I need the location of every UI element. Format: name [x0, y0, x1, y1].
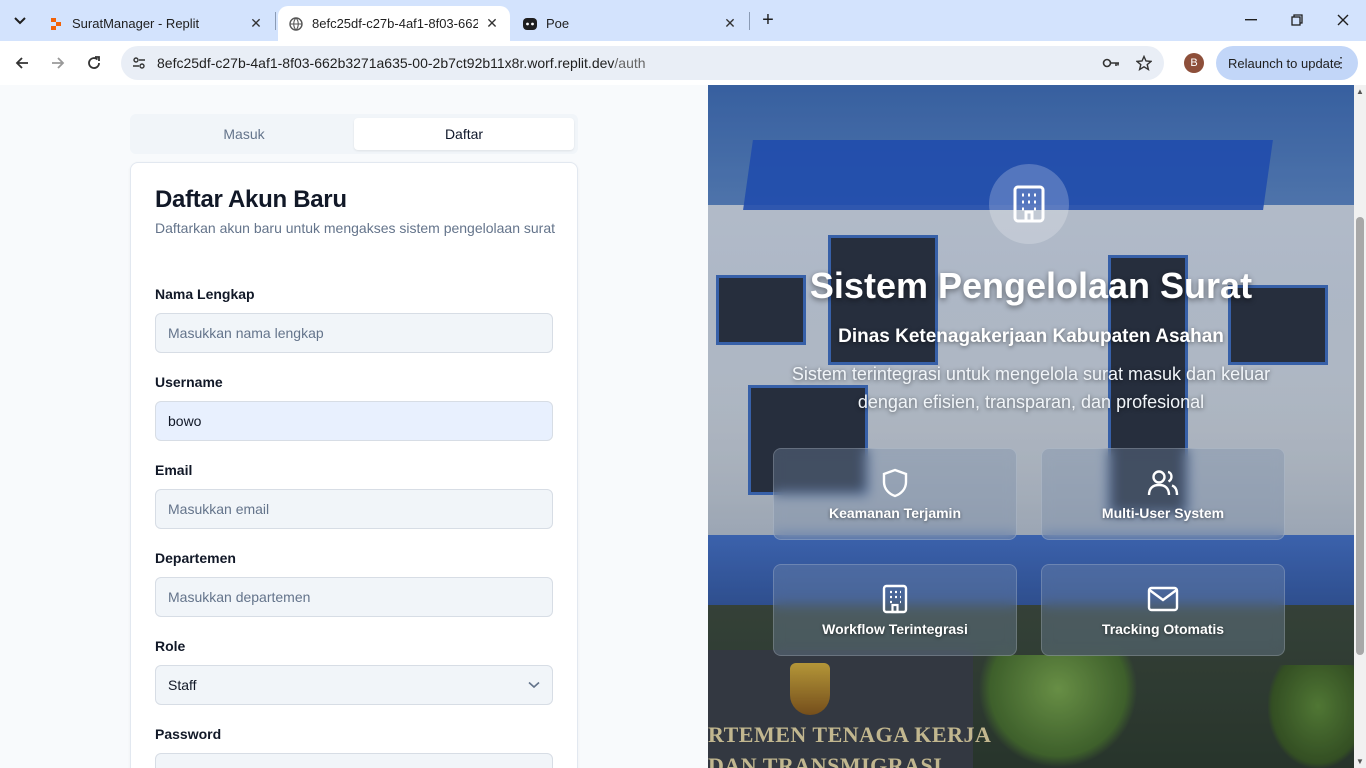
arrow-right-icon — [52, 57, 65, 69]
fullname-label: Nama Lengkap — [155, 286, 255, 302]
relaunch-label: Relaunch to update — [1228, 55, 1341, 71]
chevron-down-icon — [14, 17, 26, 25]
browser-tab-strip: SuratManager - Replit ✕ 8efc25df-c27b-4a… — [0, 0, 1366, 41]
role-label: Role — [155, 638, 186, 654]
restore-icon — [1291, 14, 1303, 26]
feature-card-workflow: Workflow Terintegrasi — [773, 564, 1017, 656]
tab-title: SuratManager - Replit — [72, 16, 200, 31]
bookmark-star-icon[interactable] — [1135, 54, 1153, 72]
role-select[interactable]: Staff — [155, 665, 553, 705]
email-input[interactable]: Masukkan email — [155, 489, 553, 529]
url-host: 8efc25df-c27b-4af1-8f03-662b3271a635-00-… — [157, 55, 615, 71]
password-label: Password — [155, 726, 222, 742]
feature-card-tracking: Tracking Otomatis — [1041, 564, 1285, 656]
arrow-left-icon — [15, 57, 28, 69]
browser-tab-surat-manager[interactable]: SuratManager - Replit ✕ — [38, 6, 274, 41]
fullname-input[interactable]: Masukkan nama lengkap — [155, 313, 553, 353]
more-vert-icon[interactable]: ⋮ — [1334, 54, 1348, 71]
replit-icon — [48, 16, 64, 32]
feature-label: Tracking Otomatis — [1101, 621, 1225, 637]
building-icon — [879, 583, 911, 615]
close-tab-icon[interactable]: ✕ — [484, 15, 500, 32]
scroll-down-arrow-icon[interactable]: ▼ — [1356, 757, 1364, 766]
url-text: 8efc25df-c27b-4af1-8f03-662b3271a635-00-… — [157, 55, 646, 71]
feature-card-security: Keamanan Terjamin — [773, 448, 1017, 540]
tab-masuk[interactable]: Masuk — [134, 118, 354, 150]
close-icon — [1337, 14, 1349, 26]
close-tab-icon[interactable]: ✕ — [248, 15, 264, 32]
minimize-button[interactable] — [1228, 0, 1274, 40]
shield-icon — [879, 467, 911, 499]
tab-separator — [749, 12, 750, 30]
mail-icon — [1147, 583, 1179, 615]
feature-label: Keamanan Terjamin — [828, 505, 961, 521]
minimize-icon — [1245, 19, 1257, 21]
tab-daftar[interactable]: Daftar — [354, 118, 574, 150]
chevron-down-icon — [528, 681, 540, 689]
feature-label: Multi-User System — [1101, 505, 1225, 521]
username-label: Username — [155, 374, 223, 390]
close-tab-icon[interactable]: ✕ — [722, 15, 738, 32]
scrollbar-thumb[interactable] — [1356, 217, 1364, 655]
users-icon — [1147, 467, 1179, 499]
page-viewport: Masuk Daftar Daftar Akun Baru Daftarkan … — [0, 85, 1366, 768]
department-label: Departemen — [155, 550, 236, 566]
role-value: Staff — [168, 677, 197, 693]
forward-button[interactable] — [43, 48, 73, 78]
email-label: Email — [155, 462, 193, 478]
globe-icon — [288, 16, 304, 32]
hero-subtitle: Dinas Ketenagakerjaan Kabupaten Asahan — [838, 326, 1224, 347]
password-input[interactable] — [155, 753, 553, 768]
tab-search-button[interactable] — [6, 7, 34, 35]
scroll-up-arrow-icon[interactable]: ▲ — [1356, 87, 1364, 96]
url-path: /auth — [614, 55, 646, 71]
username-input[interactable]: bowo — [155, 401, 553, 441]
back-button[interactable] — [7, 48, 37, 78]
restore-button[interactable] — [1274, 0, 1320, 40]
hero-title: Sistem Pengelolaan Surat — [809, 265, 1253, 306]
page-scrollbar[interactable]: ▲ ▼ — [1354, 85, 1366, 768]
feature-card-multiuser: Multi-User System — [1041, 448, 1285, 540]
tab-separator — [275, 12, 276, 30]
address-bar[interactable]: 8efc25df-c27b-4af1-8f03-662b3271a635-00-… — [121, 46, 1164, 80]
browser-tab-auth-page[interactable]: 8efc25df-c27b-4af1-8f03-662b3271a635 ✕ — [278, 6, 510, 41]
relaunch-button[interactable]: Relaunch to update ⋮ — [1216, 46, 1358, 80]
hero-panel: RTEMEN TENAGA KERJA DAN TRANSMIGRASI Sis… — [708, 85, 1354, 768]
plus-icon: + — [762, 8, 774, 31]
auth-panel: Masuk Daftar Daftar Akun Baru Daftarkan … — [0, 85, 708, 768]
poe-icon — [522, 16, 538, 32]
site-info-icon[interactable] — [127, 51, 151, 75]
browser-toolbar: 8efc25df-c27b-4af1-8f03-662b3271a635-00-… — [0, 41, 1366, 85]
register-card: Daftar Akun Baru Daftarkan akun baru unt… — [130, 162, 578, 768]
password-key-icon[interactable] — [1102, 54, 1120, 72]
department-input[interactable]: Masukkan departemen — [155, 577, 553, 617]
auth-tabs: Masuk Daftar — [130, 114, 578, 154]
card-title: Daftar Akun Baru — [155, 186, 347, 213]
close-window-button[interactable] — [1320, 0, 1366, 40]
reload-button[interactable] — [79, 48, 109, 78]
browser-tab-poe[interactable]: Poe ✕ — [512, 6, 748, 41]
hero-description: Sistem terintegrasi untuk mengelola sura… — [791, 364, 1271, 412]
reload-icon — [88, 56, 100, 69]
tab-title: 8efc25df-c27b-4af1-8f03-662b3271a635 — [312, 16, 478, 31]
card-description: Daftarkan akun baru untuk mengakses sist… — [155, 220, 556, 236]
new-tab-button[interactable]: + — [756, 8, 780, 32]
profile-avatar[interactable]: B — [1184, 53, 1204, 73]
building-icon — [989, 164, 1069, 244]
feature-label: Workflow Terintegrasi — [822, 621, 968, 637]
tab-title: Poe — [546, 16, 570, 31]
